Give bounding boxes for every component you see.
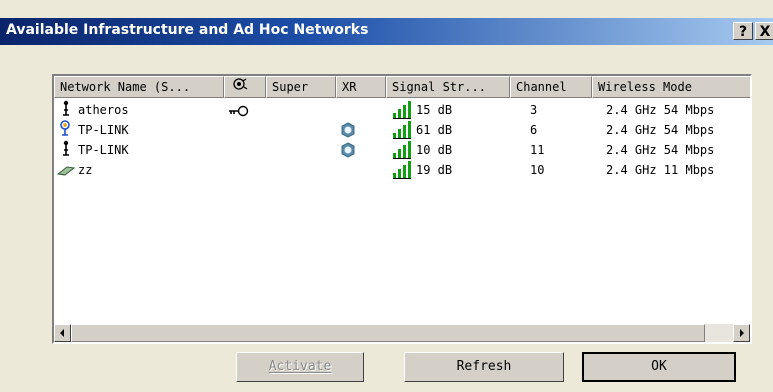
column-network-name[interactable]: Network Name (S... (54, 76, 224, 98)
xr-icon (340, 122, 356, 142)
signal-bars-icon (392, 161, 412, 181)
activate-button-label: Activate (268, 359, 332, 374)
wireless-mode: 2.4 GHz 54 Mbps (606, 143, 715, 157)
refresh-button[interactable]: Refresh (404, 352, 564, 382)
network-name: TP-LINK (78, 123, 129, 137)
signal-bars-icon (392, 141, 412, 161)
scroll-right-button[interactable] (733, 324, 750, 342)
xr-icon (340, 142, 356, 162)
title-bar[interactable]: Available Infrastructure and Ad Hoc Netw… (0, 18, 773, 45)
signal-strength: 15 dB (416, 103, 453, 117)
key-column-icon (233, 78, 248, 90)
signal-strength: 10 dB (416, 143, 453, 157)
signal-bars-icon (392, 121, 412, 141)
column-wireless-mode[interactable]: Wireless Mode (592, 76, 750, 98)
arrow-right-icon (740, 329, 744, 337)
table-row[interactable]: TP-LINK 10 dB 11 2.4 GHz 54 Mbps (54, 140, 750, 162)
column-channel[interactable]: Channel (510, 76, 592, 98)
channel: 3 (530, 103, 538, 117)
signal-bars-icon (392, 101, 412, 121)
ok-button[interactable]: OK (582, 352, 736, 382)
signal-strength: 61 dB (416, 123, 453, 137)
infrastructure-antenna-icon (60, 140, 72, 160)
help-button[interactable]: ? (733, 22, 753, 40)
list-header: Network Name (S... Super XR Signal Str..… (54, 76, 750, 100)
networks-list[interactable]: Network Name (S... Super XR Signal Str..… (52, 74, 752, 344)
channel: 10 (530, 163, 545, 177)
activate-button[interactable]: Activate (236, 352, 364, 382)
wireless-mode: 2.4 GHz 54 Mbps (606, 103, 715, 117)
column-xr[interactable]: XR (336, 76, 386, 98)
connected-antenna-icon (58, 120, 72, 140)
table-row[interactable]: zz 19 dB 10 2.4 GHz 11 Mbps (54, 160, 750, 183)
channel: 6 (530, 123, 538, 137)
network-name: zz (78, 163, 93, 177)
scroll-thumb[interactable] (71, 324, 705, 342)
signal-strength: 19 dB (416, 163, 453, 177)
column-security[interactable] (224, 76, 266, 98)
horizontal-scrollbar[interactable] (54, 324, 750, 342)
arrow-left-icon (60, 329, 64, 337)
window-title: Available Infrastructure and Ad Hoc Netw… (6, 22, 369, 38)
close-button[interactable]: X (755, 22, 773, 40)
column-super[interactable]: Super (266, 76, 336, 98)
wireless-mode: 2.4 GHz 54 Mbps (606, 123, 715, 137)
wireless-mode: 2.4 GHz 11 Mbps (606, 163, 715, 177)
table-row[interactable]: atheros 15 dB 3 2.4 GHz 54 Mbps (54, 100, 750, 121)
channel: 11 (530, 143, 545, 157)
dialog-window: Available Infrastructure and Ad Hoc Netw… (0, 0, 773, 392)
scroll-left-button[interactable] (54, 324, 71, 342)
network-name: TP-LINK (78, 143, 129, 157)
network-name: atheros (78, 103, 129, 117)
table-row[interactable]: TP-LINK 61 dB 6 2.4 GHz 54 Mbps (54, 120, 750, 142)
infrastructure-antenna-icon (60, 100, 72, 120)
column-signal-strength[interactable]: Signal Str... (386, 76, 510, 98)
adhoc-network-icon (56, 163, 76, 183)
